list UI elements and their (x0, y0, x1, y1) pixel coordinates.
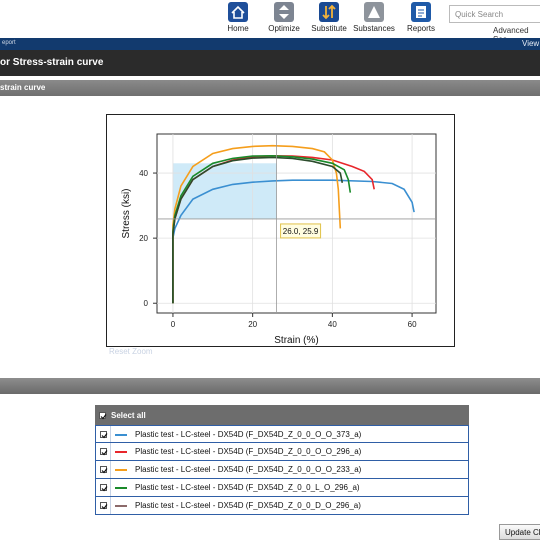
series-label: Plastic test - LC-steel - DX54D (F_DX54D… (135, 501, 361, 510)
nav-label: Substitute (311, 24, 347, 33)
reports-icon (411, 2, 431, 22)
y-tick-label: 20 (139, 234, 148, 243)
x-tick-label: 20 (248, 320, 257, 329)
row-separator (110, 461, 111, 478)
series-color-swatch (115, 469, 127, 471)
series-checkbox[interactable] (100, 502, 108, 510)
substances-icon (364, 2, 384, 22)
x-tick-label: 40 (328, 320, 337, 329)
series-checkbox[interactable] (100, 466, 108, 474)
series-row[interactable]: Plastic test - LC-steel - DX54D (F_DX54D… (95, 461, 469, 479)
series-color-swatch (115, 451, 127, 453)
section-divider (0, 378, 540, 394)
nav-label: Substances (353, 24, 395, 33)
row-separator (110, 497, 111, 514)
chart-container: 0 20 40 60 0 20 40 26.0, 25.9 Strain (%) Stress (… (106, 114, 455, 347)
top-toolbar: Home Optimize Substitute Substances Repo… (0, 0, 540, 44)
row-separator (110, 443, 111, 460)
series-label: Plastic test - LC-steel - DX54D (F_DX54D… (135, 465, 362, 474)
nav-label: Optimize (268, 24, 300, 33)
nav-label: Reports (406, 24, 435, 33)
series-label: Plastic test - LC-steel - DX54D (F_DX54D… (135, 430, 362, 439)
row-separator (110, 479, 111, 496)
select-all-label: Select all (111, 411, 146, 420)
section-header[interactable]: strain curve (0, 80, 540, 96)
section-title: strain curve (0, 83, 46, 92)
series-row[interactable]: Plastic test - LC-steel - DX54D (F_DX54D… (95, 479, 469, 497)
series-color-swatch (115, 505, 127, 507)
breadcrumb[interactable]: eport (2, 40, 16, 46)
view-menu[interactable]: View (522, 39, 539, 48)
y-tick-label: 40 (139, 169, 148, 178)
optimize-icon (274, 2, 294, 22)
update-chart-button[interactable]: Update Cl (499, 524, 540, 540)
series-color-swatch (115, 434, 127, 436)
nav-label: Home (227, 24, 249, 33)
series-row[interactable]: Plastic test - LC-steel - DX54D (F_DX54D… (95, 497, 469, 515)
series-label: Plastic test - LC-steel - DX54D (F_DX54D… (135, 447, 362, 456)
home-icon (228, 2, 248, 22)
substitute-icon (319, 2, 339, 22)
reset-zoom-button[interactable]: Reset Zoom (109, 347, 153, 356)
series-checkbox[interactable] (100, 448, 108, 456)
x-axis-label: Strain (%) (274, 335, 318, 346)
tooltip-text: 26.0, 25.9 (283, 227, 319, 236)
series-row[interactable]: Plastic test - LC-steel - DX54D (F_DX54D… (95, 443, 469, 461)
select-all-row[interactable]: Select all (95, 405, 469, 425)
x-tick-label: 60 (408, 320, 417, 329)
series-checkbox[interactable] (100, 484, 108, 492)
page-title: or Stress-strain curve (0, 57, 104, 68)
stress-strain-chart[interactable]: 0 20 40 60 0 20 40 26.0, 25.9 Strain (%) Stress (… (107, 115, 454, 346)
y-axis-label: Stress (ksi) (121, 189, 132, 239)
series-list: Select all Plastic test - LC-steel - DX5… (95, 405, 469, 515)
row-separator (110, 426, 111, 442)
page-header: or Stress-strain curve (0, 50, 540, 76)
nav-reports-button[interactable]: Reports (393, 2, 449, 33)
y-tick-label: 0 (144, 299, 149, 308)
select-all-checkbox[interactable] (99, 412, 107, 420)
quick-search-input[interactable]: Quick Search (449, 5, 540, 23)
zoom-selection (172, 163, 277, 219)
series-row[interactable]: Plastic test - LC-steel - DX54D (F_DX54D… (95, 425, 469, 443)
series-checkbox[interactable] (100, 431, 108, 439)
series-label: Plastic test - LC-steel - DX54D (F_DX54D… (135, 483, 360, 492)
x-tick-label: 0 (171, 320, 176, 329)
series-color-swatch (115, 487, 127, 489)
breadcrumb-bar: eport View (0, 38, 540, 50)
